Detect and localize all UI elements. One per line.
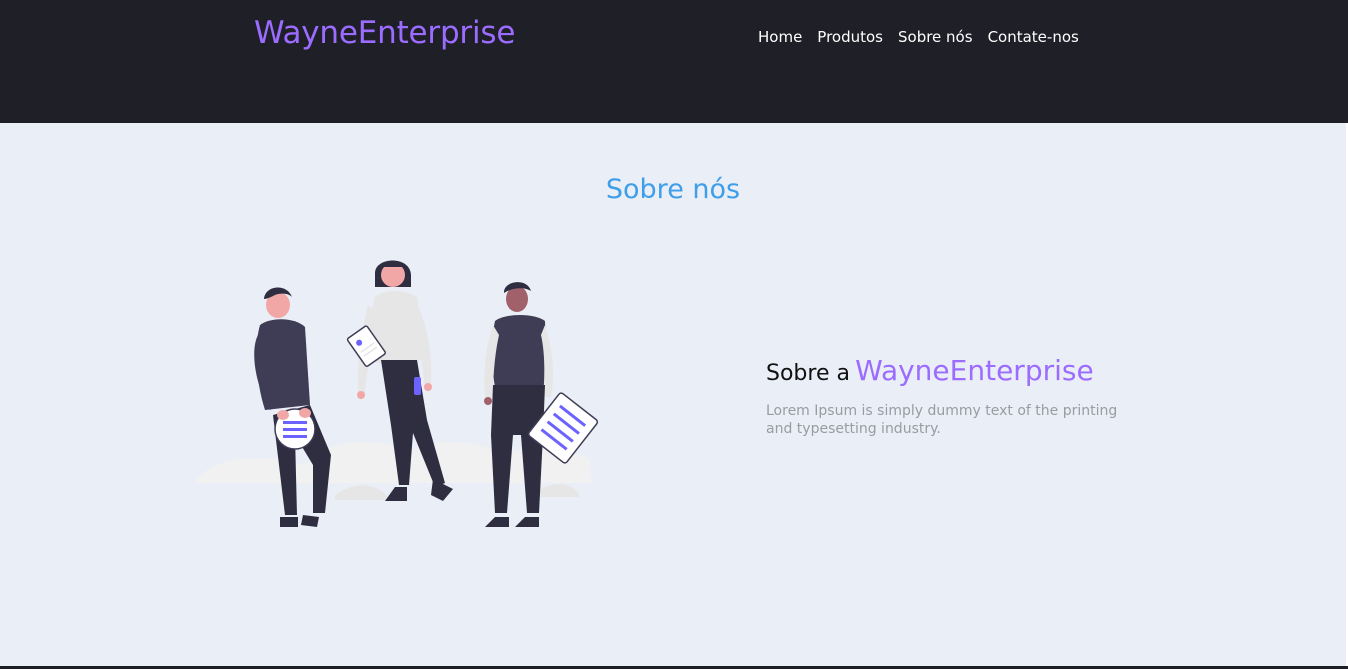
about-description: Lorem Ipsum is simply dummy text of the … [766,403,1118,437]
top-navbar: WayneEnterprise Home Produtos Sobre nós … [0,0,1348,123]
main-nav: Home Produtos Sobre nós Contate-nos [758,27,1079,47]
nav-link-produtos[interactable]: Produtos [817,27,883,47]
section-title: Sobre nós [605,174,741,205]
brand-logo[interactable]: WayneEnterprise [254,14,515,52]
nav-link-home[interactable]: Home [758,27,802,47]
nav-link-sobre-nos[interactable]: Sobre nós [898,27,973,47]
about-text-block: Sobre a WayneEnterprise Lorem Ipsum is s… [766,353,1166,438]
nav-link-contate-nos[interactable]: Contate-nos [988,27,1079,47]
about-heading: Sobre a WayneEnterprise [766,353,1166,393]
person-left [254,287,331,527]
team-illustration [195,260,599,527]
about-heading-prefix: Sobre a [766,361,850,386]
about-heading-brand: WayneEnterprise [855,354,1094,387]
